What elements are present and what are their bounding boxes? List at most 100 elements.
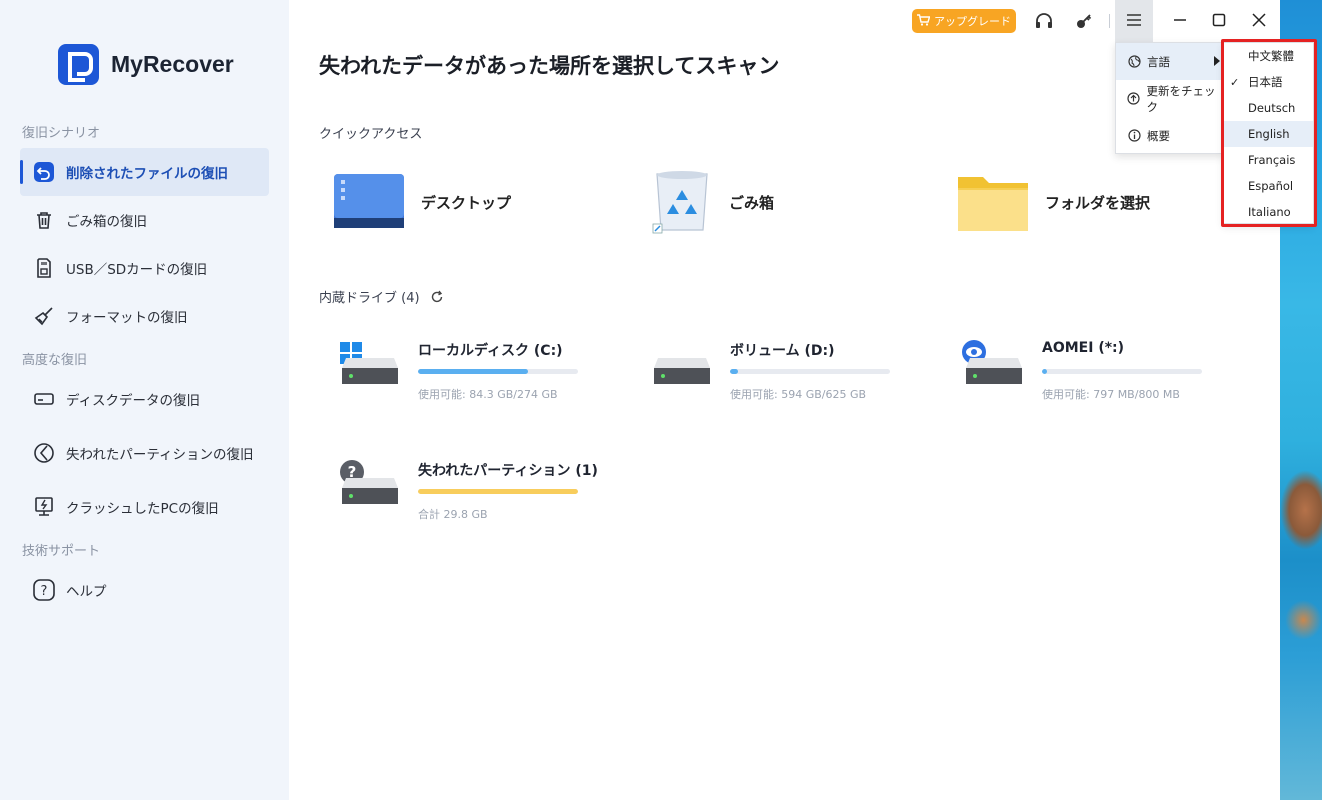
cart-icon (917, 13, 931, 29)
upgrade-button[interactable]: アップグレード (912, 9, 1016, 33)
page-title: 失われたデータがあった場所を選択してスキャン (319, 54, 780, 78)
language-option-de[interactable]: Deutsch (1224, 95, 1313, 121)
sidebar-item-recycle-bin[interactable]: ごみ箱の復旧 (20, 196, 269, 244)
check-icon: ✓ (1230, 75, 1240, 89)
hamburger-icon (1126, 12, 1142, 31)
logo-icon (58, 44, 99, 85)
hard-drive-icon (966, 358, 1022, 384)
quick-access-label: クイックアクセス (319, 127, 423, 142)
sidebar-item-label: 失われたパーティションの復旧 (66, 447, 254, 463)
menu-item-label: 言語 (1147, 54, 1170, 69)
quick-item-label: ごみ箱 (729, 194, 775, 212)
drive-info: 使用可能: 594 GB/625 GB (730, 388, 867, 401)
menu-item-check-update[interactable]: 更新をチェック (1116, 80, 1224, 117)
help-icon: ? (32, 578, 56, 602)
drive-info: 合計 29.8 GB (418, 508, 488, 521)
sidebar-item-label: クラッシュしたPCの復旧 (66, 501, 219, 517)
internal-drives-header: 内蔵ドライブ (4) (319, 287, 444, 306)
drive-name: 失われたパーティション (1) (418, 463, 598, 479)
language-option-it[interactable]: Italiano (1224, 199, 1313, 225)
sidebar-item-label: フォーマットの復旧 (66, 310, 188, 326)
main-menu: 言語 更新をチェック 概要 (1115, 42, 1225, 154)
quick-item-label: フォルダを選択 (1045, 194, 1151, 212)
close-icon (1252, 12, 1266, 31)
sidebar-item-lost-partition[interactable]: 失われたパーティションの復旧 (20, 429, 269, 477)
usage-bar-fill (1042, 369, 1047, 374)
language-label: Español (1248, 179, 1294, 193)
usage-bar (730, 369, 890, 374)
trash-icon (32, 208, 56, 232)
sidebar-item-disk-data[interactable]: ディスクデータの復旧 (20, 375, 269, 423)
language-label: Deutsch (1248, 101, 1296, 115)
headset-icon[interactable] (1031, 8, 1057, 34)
toolbar-separator (1109, 14, 1110, 28)
language-option-zh-hant[interactable]: 中文繁體 (1224, 43, 1313, 69)
crashed-pc-icon (32, 495, 56, 519)
info-icon (1127, 129, 1141, 143)
close-button[interactable] (1246, 8, 1272, 34)
quick-item-label: デスクトップ (421, 194, 512, 212)
app-logo: MyRecover (58, 44, 234, 85)
usage-bar (418, 489, 578, 494)
drive-name: AOMEI (*:) (1042, 340, 1125, 356)
language-label: Italiano (1248, 205, 1291, 219)
refresh-icon[interactable] (430, 290, 444, 304)
partition-icon (32, 441, 56, 465)
usage-bar (1042, 369, 1202, 374)
menu-item-about[interactable]: 概要 (1116, 117, 1224, 154)
language-option-en[interactable]: English (1224, 121, 1313, 147)
drive-c[interactable]: ローカルディスク (C:) 使用可能: 84.3 GB/274 GB (319, 330, 579, 410)
sidebar: MyRecover 復旧シナリオ 削除されたファイルの復旧 ごみ箱の復旧 USB… (0, 0, 289, 800)
drive-lost-partition[interactable]: ? 失われたパーティション (1) 合計 29.8 GB (319, 450, 598, 530)
key-icon[interactable] (1071, 8, 1097, 34)
hard-drive-icon (654, 358, 710, 384)
language-option-es[interactable]: Español (1224, 173, 1313, 199)
sidebar-item-help[interactable]: ? ヘルプ (20, 566, 269, 614)
language-option-ja[interactable]: ✓ 日本語 (1224, 69, 1313, 95)
app-window: MyRecover 復旧シナリオ 削除されたファイルの復旧 ごみ箱の復旧 USB… (0, 0, 1317, 800)
section-tech-support: 技術サポート (22, 544, 101, 559)
sidebar-item-label: ディスクデータの復旧 (66, 393, 201, 409)
drive-aomei[interactable]: AOMEI (*:) 使用可能: 797 MB/800 MB (943, 330, 1203, 410)
submenu-arrow-icon (1214, 56, 1220, 66)
menu-item-label: 更新をチェック (1146, 83, 1216, 114)
internal-drives-label: 内蔵ドライブ (4) (319, 291, 420, 306)
upgrade-label: アップグレード (934, 15, 1011, 28)
language-label: Français (1248, 153, 1296, 167)
sidebar-item-label: 削除されたファイルの復旧 (66, 166, 228, 182)
sidebar-item-label: USB／SDカードの復旧 (66, 262, 208, 278)
undo-icon (32, 160, 56, 184)
maximize-button[interactable] (1206, 8, 1232, 34)
menu-item-label: 概要 (1147, 128, 1170, 143)
sidebar-item-format[interactable]: フォーマットの復旧 (20, 292, 269, 340)
drive-name: ボリューム (D:) (730, 343, 835, 359)
usage-bar (418, 369, 578, 374)
drive-info: 使用可能: 797 MB/800 MB (1042, 388, 1180, 401)
broom-icon (32, 304, 56, 328)
drive-d[interactable]: ボリューム (D:) 使用可能: 594 GB/625 GB (631, 330, 891, 410)
sd-card-icon (32, 256, 56, 280)
quick-item-recycle-bin[interactable]: ごみ箱 (651, 165, 774, 240)
menu-item-language[interactable]: 言語 (1116, 43, 1224, 80)
svg-text:?: ? (41, 584, 48, 599)
disk-icon (32, 387, 56, 411)
language-menu: 中文繁體 ✓ 日本語 Deutsch English Français Españ… (1223, 42, 1314, 224)
language-label: 日本語 (1248, 75, 1283, 89)
quick-item-desktop[interactable]: デスクトップ (333, 165, 511, 240)
language-label: English (1248, 127, 1290, 141)
sidebar-item-deleted-files[interactable]: 削除されたファイルの復旧 (20, 148, 269, 196)
folder-icon (957, 169, 1029, 237)
sidebar-item-label: ヘルプ (66, 584, 107, 600)
globe-icon (1127, 55, 1141, 69)
minimize-button[interactable] (1167, 8, 1193, 34)
recycle-bin-icon (651, 168, 713, 238)
sidebar-item-label: ごみ箱の復旧 (66, 214, 147, 230)
sidebar-item-crashed-pc[interactable]: クラッシュしたPCの復旧 (20, 483, 269, 531)
app-name: MyRecover (111, 51, 234, 77)
quick-item-select-folder[interactable]: フォルダを選択 (957, 165, 1150, 240)
menu-button[interactable] (1115, 0, 1153, 42)
section-recovery-scenarios: 復旧シナリオ (22, 126, 101, 141)
language-option-fr[interactable]: Français (1224, 147, 1313, 173)
hard-drive-icon (342, 478, 398, 504)
sidebar-item-usb-sd[interactable]: USB／SDカードの復旧 (20, 244, 269, 292)
